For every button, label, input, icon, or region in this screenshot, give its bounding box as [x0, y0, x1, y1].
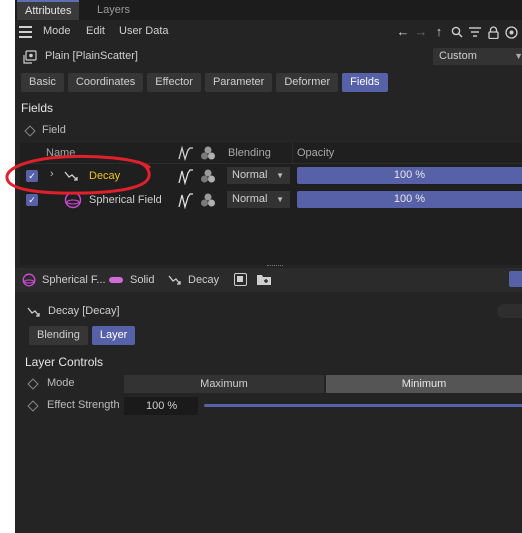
keyframe-diamond-icon[interactable] — [27, 378, 39, 390]
tab-fields[interactable]: Fields — [342, 73, 388, 92]
property-tabs: Basic Coordinates Effector Parameter Def… — [21, 73, 388, 92]
layer-toggle[interactable] — [497, 304, 522, 318]
keyframe-diamond-icon[interactable] — [27, 400, 39, 412]
tab-layers[interactable]: Layers — [89, 0, 138, 20]
blending-value: Normal — [232, 169, 268, 181]
layer-title: Decay [Decay] — [48, 305, 120, 317]
list-item-spherical-field[interactable]: ✓ Spherical Field Normal ▼ 100 % — [20, 189, 522, 211]
field-name: Decay — [89, 170, 121, 182]
blending-value: Normal — [232, 193, 268, 205]
forward-arrow-icon[interactable]: → — [414, 25, 428, 39]
decay-icon — [64, 170, 82, 185]
object-title: Plain [PlainScatter] — [45, 50, 138, 62]
color-balls-icon[interactable] — [200, 168, 216, 187]
visibility-curve-icon[interactable] — [178, 167, 194, 188]
tab-basic[interactable]: Basic — [21, 73, 64, 92]
back-arrow-icon[interactable]: ← — [396, 25, 410, 39]
tab-layer[interactable]: Layer — [91, 326, 136, 345]
panel-toggle-button[interactable] — [509, 271, 522, 287]
tab-parameter[interactable]: Parameter — [204, 73, 273, 92]
tab-spherical-field[interactable]: Spherical F... — [42, 271, 106, 289]
layer-controls-title: Layer Controls — [25, 355, 104, 369]
decay-icon — [168, 274, 184, 289]
field-name: Spherical Field — [89, 194, 162, 206]
effect-strength-label: Effect Strength — [47, 399, 120, 411]
column-blending[interactable]: Blending — [228, 147, 271, 159]
field-list: Name Blending Opacity ✓ › Decay Normal ▼… — [20, 143, 522, 265]
tab-blending[interactable]: Blending — [29, 326, 88, 345]
filter-icon[interactable] — [468, 25, 482, 39]
spherical-field-icon — [64, 191, 82, 212]
opacity-slider[interactable]: 100 % — [297, 167, 522, 184]
tab-effector[interactable]: Effector — [147, 73, 201, 92]
tab-decay[interactable]: Decay — [188, 271, 219, 289]
decay-icon — [27, 306, 43, 321]
color-balls-icon — [200, 145, 216, 164]
keyframe-diamond-icon[interactable] — [24, 125, 36, 137]
target-icon[interactable] — [504, 25, 518, 39]
field-label: Field — [42, 124, 66, 136]
blending-dropdown[interactable]: Normal ▼ — [227, 191, 290, 208]
tab-attributes[interactable]: Attributes — [17, 0, 80, 20]
menu-mode[interactable]: Mode — [43, 25, 71, 37]
fields-section-title: Fields — [21, 101, 54, 115]
preset-dropdown-value: Custom — [439, 50, 477, 62]
enable-checkbox[interactable]: ✓ — [26, 170, 38, 182]
solid-layer-icon — [109, 277, 123, 283]
chevron-down-icon: ▼ — [514, 51, 522, 61]
panel-tabbar: Attributes Layers — [15, 0, 522, 20]
visibility-curve-icon[interactable] — [178, 191, 194, 212]
plain-effector-icon — [23, 50, 37, 67]
tab-solid[interactable]: Solid — [130, 271, 154, 289]
menu-bar: Mode Edit User Data ← → ↑ — [15, 22, 522, 42]
chevron-down-icon: ▼ — [276, 195, 284, 204]
attributes-panel: Attributes Layers Mode Edit User Data ← … — [15, 0, 522, 533]
color-balls-icon[interactable] — [200, 192, 216, 211]
spherical-field-icon — [22, 273, 36, 290]
opacity-slider[interactable]: 100 % — [297, 191, 522, 208]
list-item-decay[interactable]: ✓ › Decay Normal ▼ 100 % — [20, 165, 522, 187]
nav-toolbar: ← → ↑ — [396, 24, 518, 40]
menu-edit[interactable]: Edit — [86, 25, 105, 37]
effect-strength-slider[interactable] — [204, 404, 522, 407]
lock-icon[interactable] — [486, 25, 500, 39]
layer-tabbar: Spherical F... Solid Decay — [15, 268, 522, 292]
mode-label: Mode — [47, 377, 75, 389]
visibility-curve-icon — [178, 145, 194, 164]
up-arrow-icon[interactable]: ↑ — [432, 25, 446, 39]
search-icon[interactable] — [450, 25, 464, 39]
chevron-down-icon: ▼ — [276, 171, 284, 180]
preset-dropdown[interactable]: Custom ▼ — [433, 48, 522, 65]
field-list-header: Name Blending Opacity — [20, 143, 522, 164]
enable-checkbox[interactable]: ✓ — [26, 194, 38, 206]
effect-strength-input[interactable]: 100 % — [124, 397, 198, 415]
column-divider — [292, 143, 293, 163]
tab-coordinates[interactable]: Coordinates — [67, 73, 144, 92]
column-opacity[interactable]: Opacity — [297, 147, 334, 159]
blending-dropdown[interactable]: Normal ▼ — [227, 167, 290, 184]
column-name[interactable]: Name — [46, 147, 75, 159]
menu-user-data[interactable]: User Data — [119, 25, 169, 37]
layer-sub-tabs: Blending Layer — [29, 326, 136, 345]
expand-chevron-icon[interactable]: › — [50, 168, 54, 180]
add-folder-icon[interactable] — [256, 272, 272, 289]
hamburger-menu-icon[interactable] — [19, 26, 32, 38]
tab-deformer[interactable]: Deformer — [276, 73, 339, 92]
mode-minimum-button[interactable]: Minimum — [326, 375, 522, 393]
mode-maximum-button[interactable]: Maximum — [124, 375, 324, 393]
stop-record-icon[interactable] — [234, 273, 247, 286]
